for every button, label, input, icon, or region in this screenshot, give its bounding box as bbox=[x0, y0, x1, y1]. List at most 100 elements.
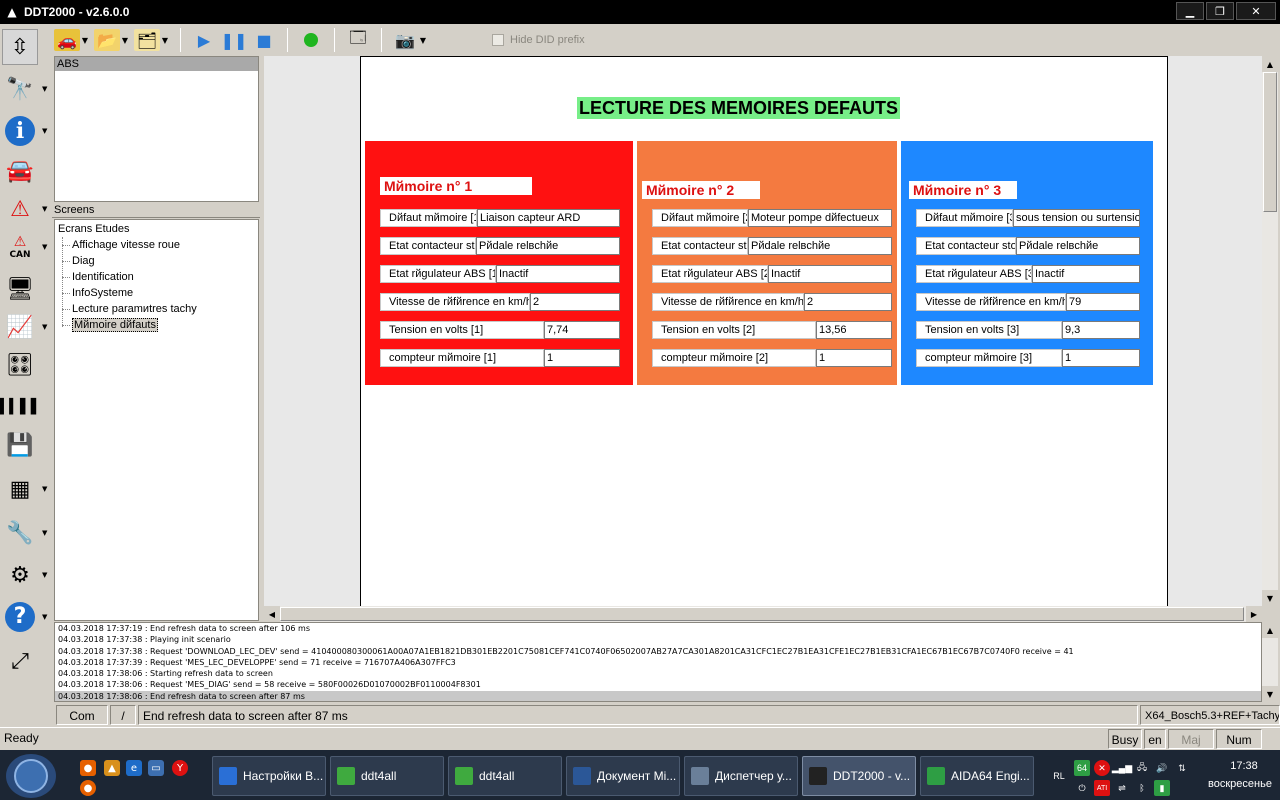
tree-item[interactable]: Identification bbox=[62, 270, 134, 285]
quick-launch: ● ▲ e ▭ Y ● bbox=[76, 756, 196, 796]
open-button[interactable]: 📂 ▼ bbox=[92, 26, 132, 54]
programming-button[interactable]: 💾 bbox=[2, 426, 50, 464]
tree-item[interactable]: Lecture paramиtres tachy bbox=[62, 302, 197, 317]
clock-day[interactable]: воскресенье bbox=[1200, 778, 1280, 790]
navigate-button[interactable]: ⇳ bbox=[2, 28, 50, 66]
checkbox-box[interactable] bbox=[492, 34, 504, 46]
chevron-down-icon[interactable]: ▼ bbox=[42, 243, 47, 251]
aida64-tray-icon[interactable]: 64 bbox=[1074, 760, 1090, 776]
page-title: LECTURE DES MEMOIRES DEFAUTS bbox=[577, 97, 901, 119]
eeprom-button[interactable]: ▦ ▼ bbox=[2, 470, 50, 508]
taskbar-button[interactable]: Документ Mi... bbox=[566, 756, 680, 796]
chevron-down-icon[interactable]: ▼ bbox=[42, 571, 47, 579]
window-icon: 🗔 bbox=[349, 27, 367, 47]
desktop-icon[interactable]: ▭ bbox=[148, 760, 164, 776]
usb-icon[interactable]: ⇌ bbox=[1114, 780, 1130, 796]
tree-root[interactable]: Ecrans Etudes bbox=[58, 223, 130, 235]
signal-icon[interactable]: ▂▄▆ bbox=[1112, 760, 1132, 776]
chevron-down-icon[interactable]: ▼ bbox=[42, 485, 47, 493]
search-ecu-button[interactable]: 🔭 ▼ bbox=[2, 70, 50, 108]
vertical-scrollbar[interactable]: ▲ ▼ bbox=[1262, 56, 1278, 606]
play-button[interactable]: ▶ bbox=[189, 26, 219, 54]
bluetooth-icon[interactable]: ᛒ bbox=[1134, 780, 1150, 796]
window-button[interactable]: 🗂 ▼ bbox=[132, 26, 172, 54]
graph-button[interactable]: 📈 ▼ bbox=[2, 308, 50, 346]
field-label: Etat rйgulateur ABS [1] bbox=[380, 265, 496, 283]
maximize-button[interactable]: ❐ bbox=[1206, 2, 1234, 20]
resize-window-button[interactable]: ⤢ bbox=[2, 642, 50, 680]
taskbar-button[interactable]: ddt4all bbox=[330, 756, 444, 796]
field-value: 1 bbox=[544, 349, 620, 367]
start-button[interactable] bbox=[6, 754, 56, 798]
scroll-up-icon[interactable]: ▲ bbox=[1262, 622, 1278, 638]
network-status-icon[interactable]: ⇅ bbox=[1174, 760, 1190, 776]
stop-button[interactable]: ■ bbox=[249, 26, 279, 54]
control-panel-button[interactable]: 🎛 bbox=[2, 346, 50, 384]
taskbar-button[interactable]: Настройки В... bbox=[212, 756, 326, 796]
barcode-button[interactable]: ▌▍▌▌ bbox=[0, 388, 50, 426]
faults-button[interactable]: ⚠ ▼ bbox=[2, 190, 50, 228]
info-button[interactable]: i ▼ bbox=[2, 112, 50, 150]
network-icon[interactable]: 🖧 bbox=[1134, 760, 1150, 776]
close-button[interactable]: ✕ bbox=[1236, 2, 1276, 20]
monitor-button[interactable]: 🖥 bbox=[2, 270, 50, 308]
connection-status-button[interactable] bbox=[296, 26, 326, 54]
chevron-down-icon[interactable]: ▼ bbox=[418, 36, 428, 45]
chevron-down-icon[interactable]: ▼ bbox=[42, 529, 47, 537]
scroll-thumb[interactable] bbox=[1263, 72, 1277, 212]
chevron-down-icon[interactable]: ▼ bbox=[42, 127, 47, 135]
firefox-alt-icon[interactable]: ● bbox=[80, 780, 96, 796]
hide-did-prefix-checkbox[interactable]: Hide DID prefix bbox=[492, 34, 585, 46]
chevron-down-icon[interactable]: ▼ bbox=[42, 613, 47, 621]
screen-window-button[interactable]: 🗔 bbox=[343, 26, 373, 54]
scroll-down-icon[interactable]: ▼ bbox=[1262, 686, 1278, 702]
chevron-down-icon[interactable]: ▼ bbox=[80, 36, 90, 45]
chevron-down-icon[interactable]: ▼ bbox=[160, 36, 170, 45]
firefox-icon[interactable]: ● bbox=[80, 760, 96, 776]
field-value: Inactif bbox=[1032, 265, 1140, 283]
help-button[interactable]: ? ▼ bbox=[2, 598, 50, 636]
scroll-up-icon[interactable]: ▲ bbox=[1262, 56, 1278, 72]
pause-button[interactable]: ❚❚ bbox=[219, 26, 249, 54]
chevron-down-icon[interactable]: ▼ bbox=[42, 85, 47, 93]
taskbar-button[interactable]: Диспетчер у... bbox=[684, 756, 798, 796]
tools-button[interactable]: 🔧 ▼ bbox=[2, 514, 50, 552]
settings-button[interactable]: ⚙ ▼ bbox=[2, 556, 50, 594]
battery-icon[interactable]: ▮ bbox=[1154, 780, 1170, 796]
error-icon[interactable]: ✕ bbox=[1094, 760, 1110, 776]
chevron-down-icon[interactable]: ▼ bbox=[42, 205, 47, 213]
aimp-icon[interactable]: ▲ bbox=[104, 760, 120, 776]
log-panel[interactable]: 04.03.2018 17:37:19 : End refresh data t… bbox=[54, 622, 1262, 702]
chevron-down-icon[interactable]: ▼ bbox=[120, 36, 130, 45]
barcode-scanner-icon: ▌▍▌▌ bbox=[0, 399, 42, 415]
internet-explorer-icon[interactable]: e bbox=[126, 760, 142, 776]
taskbar-button[interactable]: ddt4all bbox=[448, 756, 562, 796]
log-scrollbar[interactable]: ▲ ▼ bbox=[1262, 622, 1278, 702]
busy-indicator: Busy bbox=[1108, 729, 1142, 749]
yandex-icon[interactable]: Y bbox=[172, 760, 188, 776]
taskbar-button[interactable]: DDT2000 - v... bbox=[802, 756, 916, 796]
tree-item[interactable]: Affichage vitesse roue bbox=[61, 238, 180, 253]
log-line: 04.03.2018 17:38:06 : Request 'MES_DIAG'… bbox=[58, 680, 481, 690]
power-icon[interactable]: ⏻ bbox=[1074, 780, 1090, 796]
scroll-down-icon[interactable]: ▼ bbox=[1262, 590, 1278, 606]
tree-item[interactable]: InfoSysteme bbox=[61, 286, 133, 301]
scroll-left-icon[interactable]: ◀ bbox=[264, 606, 280, 622]
can-faults-button[interactable]: ⚠ CAN ▼ bbox=[2, 228, 50, 266]
scroll-right-icon[interactable]: ▶ bbox=[1246, 606, 1262, 622]
volume-icon[interactable]: 🔊 bbox=[1154, 760, 1170, 776]
ati-icon[interactable]: ATI bbox=[1094, 780, 1110, 796]
taskbar-button[interactable]: AIDA64 Engi... bbox=[920, 756, 1034, 796]
minimize-button[interactable]: ▁ bbox=[1176, 2, 1204, 20]
clock-time[interactable]: 17:38 bbox=[1208, 760, 1280, 772]
vehicle-diag-button[interactable]: 🚘 bbox=[2, 152, 50, 190]
tree-item[interactable]: Diag bbox=[62, 254, 95, 269]
tree-item-selected[interactable]: Mйmoire dйfauts bbox=[62, 318, 158, 333]
field-label: Vitesse de rйfйrence en km/h [2] bbox=[652, 293, 804, 311]
camera-button[interactable]: 📷 ▼ bbox=[390, 26, 430, 54]
horizontal-scrollbar[interactable]: ◀ ▶ bbox=[264, 606, 1262, 622]
vehicle-button[interactable]: 🚗 ▼ bbox=[52, 26, 92, 54]
language-indicator[interactable]: RL bbox=[1050, 768, 1068, 784]
scroll-thumb[interactable] bbox=[280, 607, 1244, 621]
chevron-down-icon[interactable]: ▼ bbox=[42, 323, 47, 331]
